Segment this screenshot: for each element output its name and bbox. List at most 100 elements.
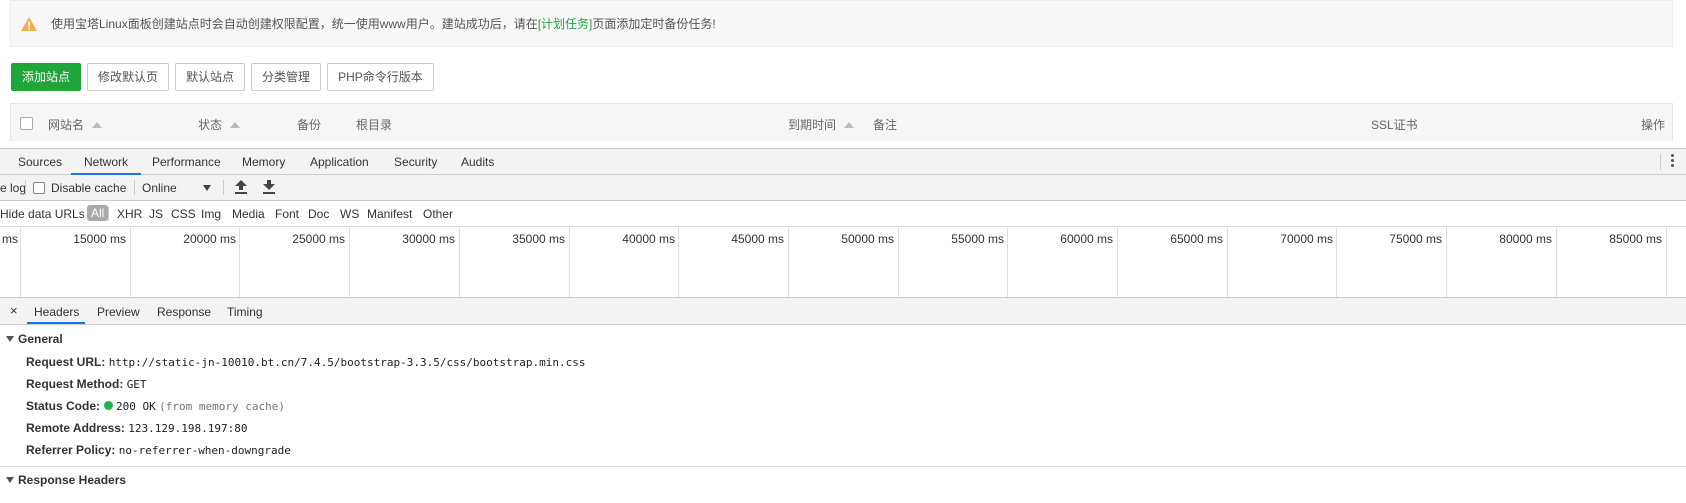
download-icon[interactable] [263,180,275,194]
filter-img[interactable]: Img [201,207,221,221]
status-cache-note: (from memory cache) [159,400,285,413]
timeline-tick-label: 60000 ms [1060,232,1113,246]
edit-default-page-button[interactable]: 修改默认页 [87,63,170,91]
divider [1660,154,1661,170]
cron-task-link[interactable]: [计划任务] [538,15,593,32]
tab-sources[interactable]: Sources [18,155,62,169]
chevron-down-icon[interactable] [203,185,211,191]
divider [25,180,26,195]
timeline-gridline [349,227,350,297]
devtools-panel: Sources Network Performance Memory Appli… [0,148,1686,503]
filter-xhr[interactable]: XHR [117,207,142,221]
column-status-label: 状态 [198,118,223,132]
timeline-gridline [459,227,460,297]
filter-media[interactable]: Media [232,207,265,221]
request-url-label: Request URL: [26,355,106,369]
status-code-row: Status Code: 200 OK (from memory cache) [26,399,285,413]
column-ssl: SSL证书 [1371,118,1418,132]
active-tab-indicator [27,322,85,324]
filter-manifest[interactable]: Manifest [367,207,412,221]
timeline-gridline [1446,227,1447,297]
timeline-tick-label: 70000 ms [1280,232,1333,246]
more-options-icon[interactable] [1671,154,1674,169]
timeline-tick-label: 45000 ms [731,232,784,246]
tab-headers[interactable]: Headers [34,305,79,319]
filter-js[interactable]: JS [149,207,163,221]
notice-text: 使用宝塔Linux面板创建站点时会自动创建权限配置，统一使用www用户。建站成功… [51,17,538,31]
column-backup: 备份 [297,118,322,132]
timeline-gridline [569,227,570,297]
remote-address-value: 123.129.198.197:80 [128,422,248,435]
timeline-gridline [898,227,899,297]
tab-memory[interactable]: Memory [242,155,285,169]
timeline-tick-label: 25000 ms [292,232,345,246]
column-site-name-label: 网站名 [48,118,85,132]
timeline-tick-label: 55000 ms [951,232,1004,246]
category-manage-button[interactable]: 分类管理 [251,63,322,91]
remote-address-label: Remote Address: [26,421,125,435]
filter-other[interactable]: Other [423,207,453,221]
remote-address-row: Remote Address: 123.129.198.197:80 [26,421,247,435]
notice-text-tail: 页面添加定时备份任务! [592,17,716,31]
column-expiry-label: 到期时间 [788,118,837,132]
column-expiry[interactable]: 到期时间 [788,116,855,133]
headers-pane: General Request URL: http://static-jn-10… [0,325,1686,503]
timeline-tick-label: 40000 ms [622,232,675,246]
timeline-gridline [130,227,131,297]
request-detail-tabs: × Headers Preview Response Timing [0,298,1686,325]
throttling-select[interactable]: Online [142,181,177,195]
tab-preview[interactable]: Preview [97,305,140,319]
timeline-tick-label: 35000 ms [512,232,565,246]
hide-data-urls-label[interactable]: Hide data URLs [0,207,85,221]
timeline-tick-label: 85000 ms [1609,232,1662,246]
close-icon[interactable]: × [10,303,18,318]
request-method-value: GET [126,378,147,391]
referrer-policy-value: no-referrer-when-downgrade [118,444,291,457]
timeline-gridline [1007,227,1008,297]
add-site-button[interactable]: 添加站点 [11,63,82,91]
column-actions: 操作 [1641,118,1666,132]
status-ok-icon [104,401,114,410]
select-all-checkbox[interactable] [20,117,33,130]
filter-css[interactable]: CSS [171,207,196,221]
timeline-tick-label: 80000 ms [1499,232,1552,246]
status-code-label: Status Code: [26,399,101,413]
timeline-gridline [788,227,789,297]
preserve-log-label[interactable]: e log [0,181,26,195]
tab-performance[interactable]: Performance [152,155,221,169]
tab-security[interactable]: Security [394,155,437,169]
column-status[interactable]: 状态 [198,116,241,133]
column-root-dir: 根目录 [356,118,393,132]
network-overview-timeline[interactable]: ms 15000 ms 20000 ms 25000 ms 30000 ms 35000… [0,227,1686,298]
site-toolbar: 添加站点 修改默认页 默认站点 分类管理 PHP命令行版本 [11,63,434,91]
php-cli-version-button[interactable]: PHP命令行版本 [327,63,434,91]
tab-network[interactable]: Network [84,155,128,169]
filter-ws[interactable]: WS [340,207,359,221]
default-site-button[interactable]: 默认站点 [175,63,246,91]
tab-response[interactable]: Response [157,305,211,319]
tab-timing[interactable]: Timing [227,305,263,319]
timeline-gridline [1556,227,1557,297]
sort-icon [92,122,103,128]
divider [0,466,1686,467]
response-headers-section-toggle[interactable]: Response Headers [6,473,126,487]
disable-cache-checkbox[interactable] [33,182,45,194]
filter-font[interactable]: Font [275,207,299,221]
disable-cache-label[interactable]: Disable cache [51,181,126,195]
filter-doc[interactable]: Doc [308,207,329,221]
sort-icon [844,122,855,128]
triangle-down-icon [6,477,14,483]
timeline-tick-label: 30000 ms [402,232,455,246]
request-method-label: Request Method: [26,377,124,391]
general-section-toggle[interactable]: General [6,332,63,346]
tab-application[interactable]: Application [310,155,369,169]
request-method-row: Request Method: GET [26,377,147,391]
column-site-name[interactable]: 网站名 [48,116,103,133]
timeline-gridline [20,227,21,297]
tab-audits[interactable]: Audits [461,155,494,169]
upload-icon[interactable] [235,180,247,194]
column-remark: 备注 [873,118,898,132]
timeline-tick-label: 50000 ms [841,232,894,246]
filter-all[interactable]: All [87,205,109,221]
timeline-tick-label: ms [2,232,18,246]
